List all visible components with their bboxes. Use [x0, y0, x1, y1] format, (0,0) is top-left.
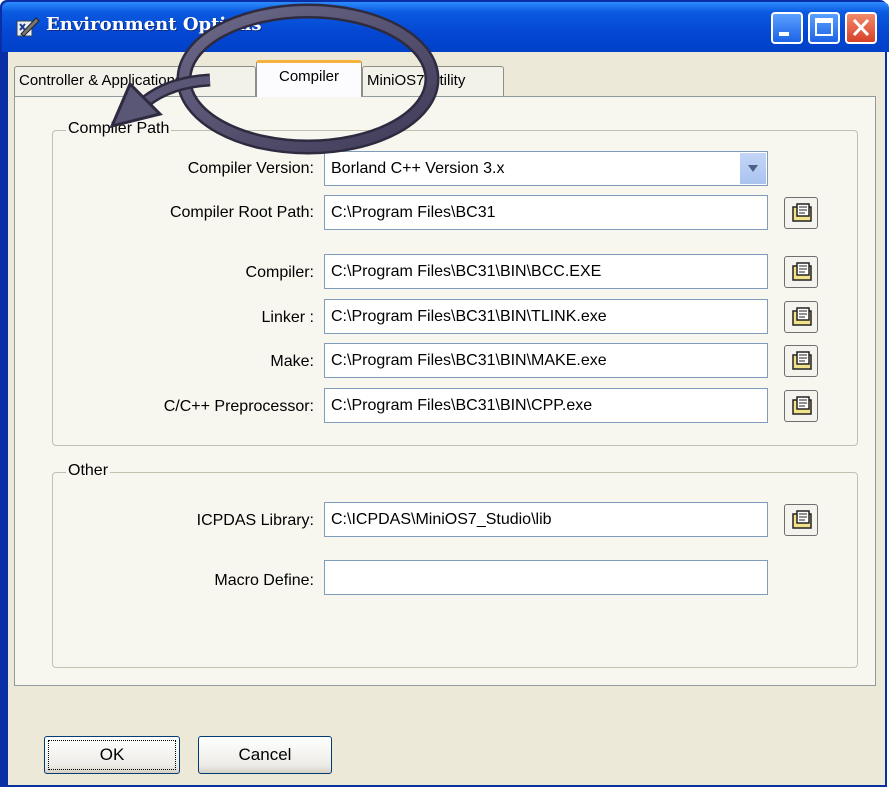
folder-browse-icon [792, 262, 812, 281]
other-legend: Other [66, 462, 111, 480]
chevron-down-icon[interactable] [739, 153, 766, 184]
maximize-button[interactable] [808, 12, 840, 44]
compiler-root-path-field[interactable]: C:\Program Files\BC31 [324, 195, 768, 230]
browse-root-path-button[interactable] [784, 197, 818, 229]
compiler-version-label: Compiler Version: [187, 160, 314, 177]
preprocessor-path-field[interactable]: C:\Program Files\BC31\BIN\CPP.exe [324, 388, 768, 423]
compiler-path-legend: Compiler Path [66, 120, 172, 138]
browse-make-button[interactable] [784, 345, 818, 377]
icpdas-library-label: ICPDAS Library: [196, 512, 314, 529]
minimize-button[interactable] [771, 12, 803, 44]
compiler-version-value: Borland C++ Version 3.x [331, 160, 505, 177]
macro-define-label: Macro Define: [214, 572, 314, 589]
compiler-label: Compiler: [245, 264, 314, 281]
cancel-label: Cancel [238, 745, 292, 764]
make-label: Make: [270, 353, 314, 370]
icpdas-library-field[interactable]: C:\ICPDAS\MiniOS7_Studio\lib [324, 502, 768, 537]
browse-linker-button[interactable] [784, 301, 818, 333]
folder-browse-icon [792, 510, 812, 529]
browse-compiler-button[interactable] [784, 256, 818, 288]
close-button[interactable] [845, 12, 877, 44]
browse-preprocessor-button[interactable] [784, 390, 818, 422]
app-icon [16, 17, 40, 37]
folder-browse-icon [792, 396, 812, 415]
tab-minios7-utility[interactable]: MiniOS7 Utility [362, 66, 504, 96]
compiler-root-path-label: Compiler Root Path: [169, 204, 314, 221]
tab-label: MiniOS7 Utility [367, 72, 466, 89]
maximize-icon [815, 18, 833, 36]
ok-button[interactable]: OK [44, 736, 180, 774]
minimize-icon [779, 32, 789, 36]
make-path-field[interactable]: C:\Program Files\BC31\BIN\MAKE.exe [324, 343, 768, 378]
close-icon [852, 18, 870, 37]
tab-controller-applications[interactable]: Controller & Applications [14, 66, 256, 96]
ok-label: OK [99, 745, 125, 764]
folder-browse-icon [792, 307, 812, 326]
browse-library-button[interactable] [784, 504, 818, 536]
linker-label: Linker : [261, 309, 314, 326]
cancel-button[interactable]: Cancel [198, 736, 332, 774]
title-bar[interactable]: Environment Options [2, 2, 889, 52]
macro-define-field[interactable] [324, 560, 768, 595]
compiler-path-field[interactable]: C:\Program Files\BC31\BIN\BCC.EXE [324, 254, 768, 289]
folder-browse-icon [792, 203, 812, 222]
tab-label: Controller & Applications [19, 72, 183, 89]
window-title: Environment Options [46, 14, 262, 35]
linker-path-field[interactable]: C:\Program Files\BC31\BIN\TLINK.exe [324, 299, 768, 334]
compiler-version-select[interactable]: Borland C++ Version 3.x [324, 151, 768, 186]
folder-browse-icon [792, 351, 812, 370]
tab-compiler[interactable]: Compiler [256, 60, 362, 97]
preprocessor-label: C/C++ Preprocessor: [163, 398, 314, 415]
tab-label: Compiler [278, 68, 339, 85]
